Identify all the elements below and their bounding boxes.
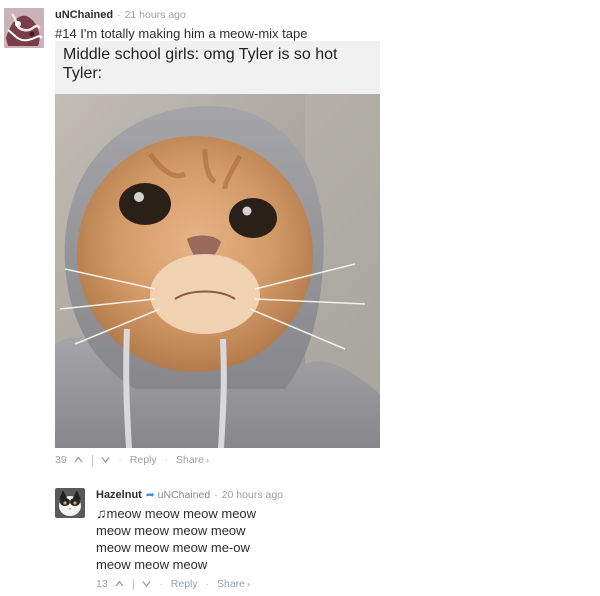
music-note-icon: ♫ [96,505,107,521]
caption-line-2: Tyler: [63,65,103,82]
reply-line-2: meow meow meow meow [96,523,246,538]
share-label: Share [217,578,246,591]
user-avatar[interactable] [4,8,44,48]
chevron-up-icon[interactable] [74,455,83,465]
vote-divider [132,578,134,590]
reply-actions: 13 · Reply · Share › [96,578,250,590]
comment-1: uNChained · 21 hours ago #14 I'm totally m… [0,0,600,470]
username[interactable]: uNChained [55,9,113,21]
reply-arrow-icon: ➦ [145,489,155,501]
separator-dot: · [214,489,218,501]
timestamp[interactable]: 21 hours ago [125,9,186,21]
reply-line-4: meow meow meow [96,557,208,572]
cat-avatar-icon [55,488,85,518]
separator-dot: · [117,9,121,21]
reply-header: Hazelnut ➦ uNChained · 20 hours ago [96,489,283,501]
chevron-right-icon: › [206,455,210,466]
reply-button[interactable]: Reply [130,454,157,466]
separator-dot: · [159,578,163,591]
vote-count: 39 [55,454,67,467]
comment-2-reply: Hazelnut ➦ uNChained · 20 hours ago ♫meow me… [0,480,600,596]
separator-dot: · [205,578,210,591]
cat-in-hoodie-image[interactable] [55,94,380,448]
username[interactable]: Hazelnut [96,489,142,501]
reply-line-text: meow meow meow meow [106,506,257,521]
vote-count: 13 [96,578,108,591]
comment-header: uNChained · 21 hours ago [55,9,186,21]
comment-text: #14 I'm totally making him a meow-mix ta… [55,26,308,41]
chevron-down-icon[interactable] [101,455,111,465]
reply-button[interactable]: Reply [171,578,198,590]
embedded-caption: Middle school girls: omg Tyler is so hot… [55,41,380,95]
separator-dot: · [164,454,169,467]
share-button[interactable]: Share › [176,454,209,466]
chevron-down-icon[interactable] [142,579,152,589]
parent-username[interactable]: uNChained [158,489,211,501]
share-label: Share [176,454,205,467]
caption-line-1: Middle school girls: omg Tyler is so hot [63,46,338,63]
vote-divider [91,454,93,466]
timestamp[interactable]: 20 hours ago [222,489,283,501]
reply-line-1: ♫meow meow meow meow [96,505,256,522]
chevron-right-icon: › [247,579,251,590]
avatar-art-icon [4,8,44,48]
chevron-up-icon[interactable] [115,579,124,589]
separator-dot: · [118,454,122,467]
share-button[interactable]: Share › [217,578,250,590]
reply-line-3: meow meow meow me-ow [96,540,250,555]
comment-actions: 39 · Reply · Share › [55,454,209,466]
user-avatar[interactable] [55,488,85,518]
